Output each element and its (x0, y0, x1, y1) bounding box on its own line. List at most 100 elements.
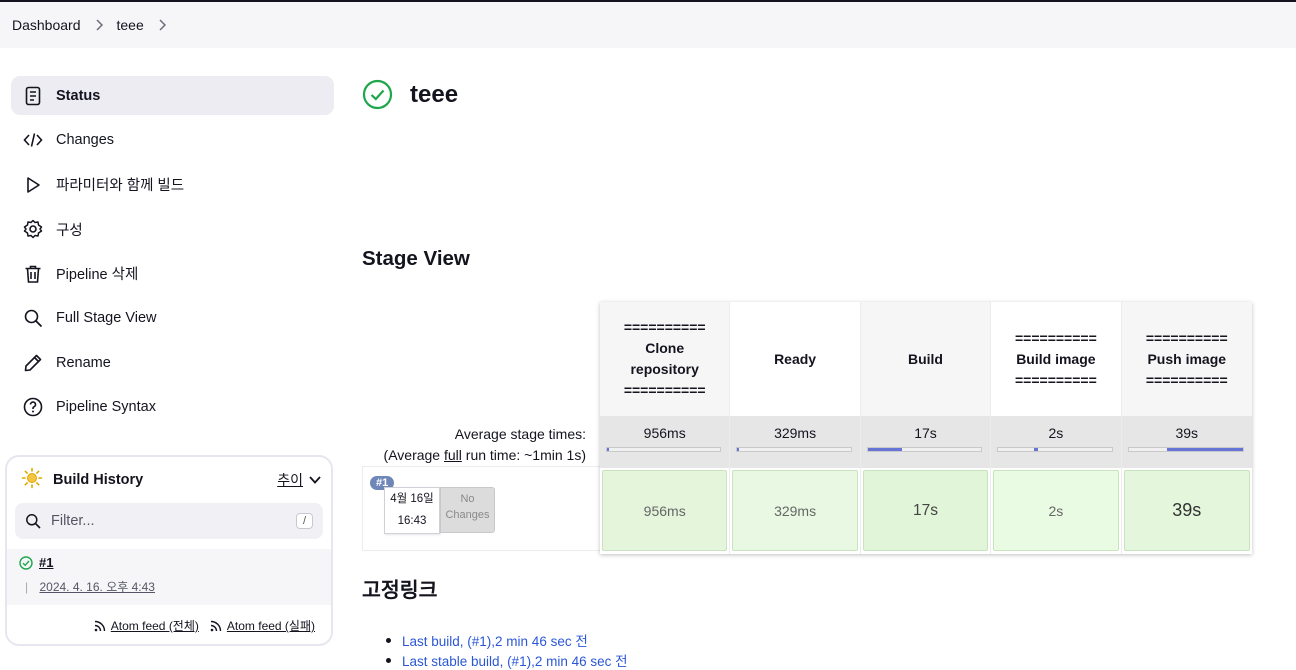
stage-duration-bar (736, 447, 852, 452)
sun-icon (21, 467, 43, 494)
atom-feeds: Atom feed (전체) Atom feed (실패) (7, 617, 331, 634)
sidebar-item-build-with-parameters[interactable]: 파라미터와 함께 빌드 (11, 165, 334, 204)
stage-name-line: Build image (1016, 350, 1096, 367)
chevron-right-icon[interactable] (158, 19, 166, 31)
stage-header: Build (860, 302, 991, 416)
sidebar-item-delete-pipeline[interactable]: Pipeline 삭제 (11, 254, 334, 293)
sidebar-item-pipeline-syntax[interactable]: Pipeline Syntax (11, 388, 334, 427)
sidebar-item-label: Changes (56, 132, 115, 148)
stage-name-line: ========== (1014, 329, 1097, 346)
no-changes-box[interactable]: No Changes (440, 487, 495, 533)
stage-duration-bar (866, 447, 983, 452)
sidebar-item-label: Status (56, 87, 101, 104)
atom-feed-all[interactable]: Atom feed (전체) (93, 617, 199, 634)
stage-view-title: Stage View (362, 247, 470, 270)
help-icon (22, 396, 44, 418)
build-history-panel: Build History 추이 / #1 | 2024. 4. 16. 오후 … (5, 455, 333, 646)
full-run-link[interactable]: full (444, 447, 462, 463)
rss-icon (210, 620, 222, 631)
stage-column: Ready 329ms 329ms (730, 302, 861, 554)
average-stage-times-label: Average stage times: (Average full run t… (362, 424, 586, 466)
stage-average-time: 39s (1121, 416, 1252, 468)
filter-box: / (15, 503, 323, 539)
list-item: Last stable build, (#1),2 min 46 sec 전 (386, 650, 628, 670)
stage-average-value: 329ms (774, 425, 817, 441)
stage-average-value: 956ms (643, 425, 686, 441)
atom-feed-all-label[interactable]: Atom feed (전체) (111, 617, 199, 634)
build-history-header: Build History 추이 (7, 457, 331, 503)
permalink-last-build[interactable]: Last build, (#1),2 min 46 sec 전 (402, 630, 588, 650)
code-icon (22, 129, 44, 151)
run-date-card[interactable]: 4월 16일 16:43 (384, 487, 440, 534)
trend-dropdown[interactable]: 추이 (277, 470, 321, 490)
build-number-link[interactable]: #1 (39, 555, 53, 570)
run-time: 16:43 (397, 515, 427, 527)
stage-duration-fill (607, 448, 610, 451)
stage-name-line: Push image (1147, 350, 1227, 367)
timeline-divider: | (25, 580, 29, 594)
stage-result-cell[interactable]: 956ms (602, 470, 728, 551)
sidebar-item-status[interactable]: Status (11, 76, 334, 115)
stage-header: ========== Clone repository ========== (600, 302, 730, 416)
stage-header: Ready (730, 302, 859, 416)
stage-result-cell[interactable]: 17s (862, 470, 989, 551)
sidebar-item-configure[interactable]: 구성 (11, 210, 334, 249)
trend-label[interactable]: 추이 (277, 470, 303, 490)
run-date: 4월 16일 (390, 493, 434, 505)
avg-label-line1: Average stage times: (454, 426, 586, 442)
stage-duration-bar (997, 447, 1113, 452)
build-history-title: Build History (53, 472, 144, 488)
stage-result-cell[interactable]: 329ms (732, 470, 858, 551)
stage-duration-fill (1034, 448, 1038, 451)
sidebar-item-full-stage-view[interactable]: Full Stage View (11, 299, 334, 338)
stage-name-line: Build (907, 350, 943, 367)
stage-result-cell[interactable]: 2s (993, 470, 1119, 551)
success-status-icon (362, 79, 393, 110)
sidebar-item-label: 파라미터와 함께 빌드 (56, 178, 185, 194)
stage-duration-fill (867, 448, 902, 451)
permalink-last-stable-build[interactable]: Last stable build, (#1),2 min 46 sec 전 (402, 650, 628, 670)
breadcrumb-teee[interactable]: teee (117, 17, 144, 33)
success-icon (19, 555, 33, 570)
atom-feed-failed[interactable]: Atom feed (실패) (209, 617, 315, 634)
filter-input[interactable] (51, 513, 296, 529)
chevron-right-icon (95, 19, 103, 31)
atom-feed-failed-label[interactable]: Atom feed (실패) (227, 617, 315, 634)
sidebar-item-rename[interactable]: Rename (11, 343, 334, 382)
stage-average-time: 2s (991, 416, 1121, 468)
sidebar-item-label: Pipeline 삭제 (56, 267, 139, 283)
stage-result-cell[interactable]: 39s (1123, 470, 1250, 551)
sidebar-item-label: Full Stage View (56, 310, 157, 326)
stage-header: ========== Build image ========== (991, 302, 1120, 416)
stage-duration-fill (737, 448, 740, 451)
search-icon (26, 514, 41, 529)
play-icon (22, 174, 44, 196)
permalinks-list: Last build, (#1),2 min 46 sec 전 Last sta… (386, 630, 628, 670)
permalinks-title: 고정링크 (362, 579, 438, 602)
stage-name-line: ========== (623, 382, 706, 398)
sidebar-item-label: 구성 (56, 222, 83, 239)
search-icon (22, 307, 44, 329)
gear-icon (22, 218, 44, 240)
stage-name-line: Clone (645, 340, 685, 356)
breadcrumb: Dashboard teee (0, 2, 1296, 48)
stage-column: ========== Push image ========== 39s 39s (1121, 302, 1252, 554)
stage-column: ========== Clone repository ========== 956ms… (600, 302, 731, 554)
stage-name-line: Ready (774, 350, 817, 367)
sidebar: Status Changes 파라미터와 함께 빌드 구성 Pipeline 삭… (11, 76, 334, 432)
trash-icon (22, 263, 44, 285)
stage-column: ========== Build image ========== 2s 2s (991, 302, 1122, 554)
sidebar-item-changes[interactable]: Changes (11, 121, 334, 160)
stage-average-value: 39s (1175, 425, 1199, 441)
stage-column: Build 17s 17s (860, 302, 992, 554)
build-date-link[interactable]: 2024. 4. 16. 오후 4:43 (39, 580, 155, 594)
stage-average-time: 956ms (600, 416, 730, 468)
build-row[interactable]: #1 | 2024. 4. 16. 오후 4:43 (7, 549, 331, 605)
sidebar-item-label: Rename (56, 354, 111, 371)
sidebar-item-label: Pipeline Syntax (56, 399, 156, 415)
avg-label-line2: (Average full run time: ~1min 1s) (383, 447, 586, 463)
list-item: Last build, (#1),2 min 46 sec 전 (386, 630, 628, 650)
stage-average-time: 329ms (730, 416, 860, 468)
breadcrumb-dashboard[interactable]: Dashboard (12, 17, 81, 33)
stage-name-line: ========== (1145, 329, 1228, 346)
